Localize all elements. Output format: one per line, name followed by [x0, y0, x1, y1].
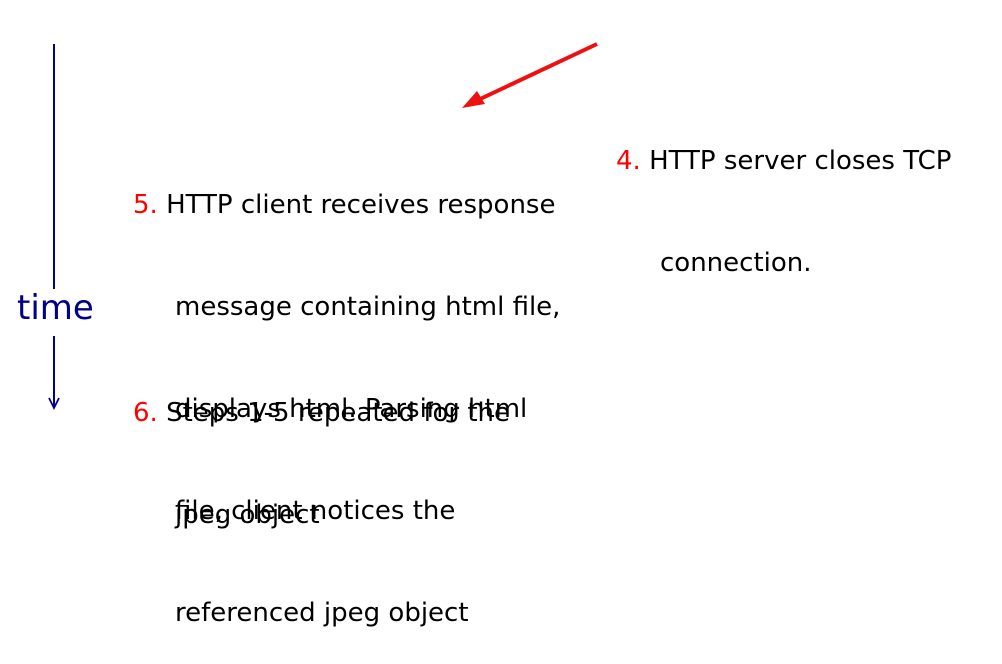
step-5-number: 5. [133, 190, 158, 220]
step-5-line-1: 5. HTTP client receives response [133, 188, 560, 222]
timeline-label: time [17, 288, 94, 328]
step-4-line-2: connection. [660, 248, 812, 278]
step-6-text: 6. Steps 1-5 repeated for the jpeg objec… [133, 328, 510, 566]
step-4-text: 4. HTTP server closes TCP connection. [616, 76, 951, 314]
response-arrow-line [477, 42, 598, 102]
step-4-line-1-text: HTTP server closes TCP [649, 146, 952, 176]
step-6-line-1: 6. Steps 1-5 repeated for the [133, 396, 510, 430]
step-5-line-5: referenced jpeg object [175, 598, 469, 628]
response-arrowhead-icon [462, 91, 485, 108]
step-5-line-2: message containing html file, [175, 292, 561, 322]
step-6-number: 6. [133, 398, 158, 428]
step-4-line-1: 4. HTTP server closes TCP [616, 144, 951, 178]
step-4-number: 4. [616, 146, 641, 176]
step-6-line-2: jpeg object [175, 500, 320, 530]
step-6-line-1-text: Steps 1-5 repeated for the [166, 398, 511, 428]
step-5-line-1-text: HTTP client receives response [166, 190, 556, 220]
